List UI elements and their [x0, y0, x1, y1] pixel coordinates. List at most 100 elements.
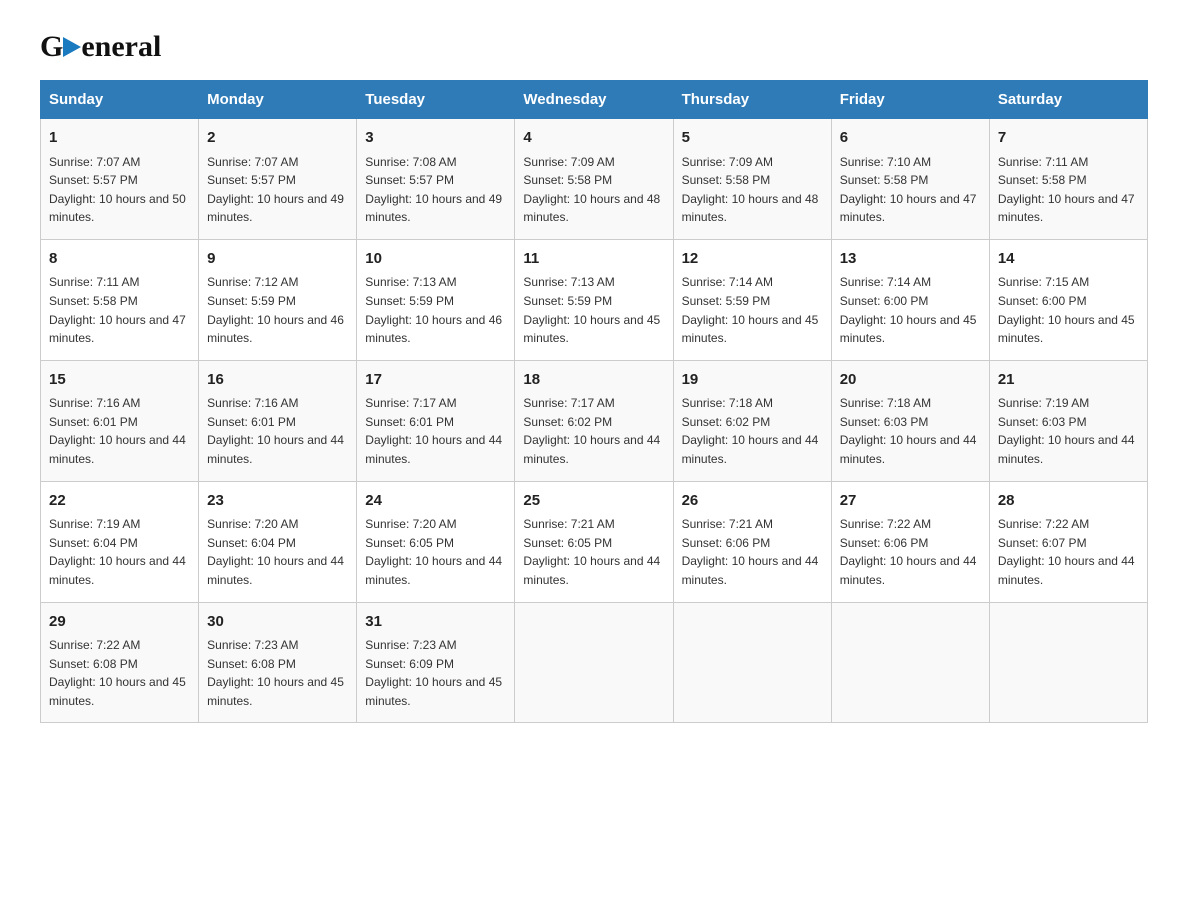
day-number: 16 [207, 369, 348, 392]
day-info: Sunrise: 7:23 AMSunset: 6:08 PMDaylight:… [207, 636, 348, 710]
day-number: 1 [49, 127, 190, 150]
day-info: Sunrise: 7:22 AMSunset: 6:08 PMDaylight:… [49, 636, 190, 710]
day-info: Sunrise: 7:10 AMSunset: 5:58 PMDaylight:… [840, 153, 981, 227]
day-info: Sunrise: 7:22 AMSunset: 6:07 PMDaylight:… [998, 515, 1139, 589]
day-number: 30 [207, 611, 348, 634]
day-info: Sunrise: 7:13 AMSunset: 5:59 PMDaylight:… [523, 273, 664, 347]
logo-general-text: G [40, 30, 63, 64]
calendar-cell: 9Sunrise: 7:12 AMSunset: 5:59 PMDaylight… [199, 239, 357, 360]
logo-eneral-text: eneral [81, 30, 161, 64]
calendar-week-row: 8Sunrise: 7:11 AMSunset: 5:58 PMDaylight… [41, 239, 1148, 360]
weekday-header-wednesday: Wednesday [515, 81, 673, 119]
calendar-week-row: 22Sunrise: 7:19 AMSunset: 6:04 PMDayligh… [41, 481, 1148, 602]
day-number: 2 [207, 127, 348, 150]
day-number: 26 [682, 490, 823, 513]
calendar-header: SundayMondayTuesdayWednesdayThursdayFrid… [41, 81, 1148, 119]
day-number: 28 [998, 490, 1139, 513]
day-info: Sunrise: 7:20 AMSunset: 6:05 PMDaylight:… [365, 515, 506, 589]
day-number: 8 [49, 248, 190, 271]
day-info: Sunrise: 7:18 AMSunset: 6:03 PMDaylight:… [840, 394, 981, 468]
calendar-cell: 28Sunrise: 7:22 AMSunset: 6:07 PMDayligh… [989, 481, 1147, 602]
day-number: 13 [840, 248, 981, 271]
calendar-week-row: 1 Sunrise: 7:07 AMSunset: 5:57 PMDaylight… [41, 119, 1148, 240]
day-number: 19 [682, 369, 823, 392]
calendar-cell: 13Sunrise: 7:14 AMSunset: 6:00 PMDayligh… [831, 239, 989, 360]
day-number: 21 [998, 369, 1139, 392]
calendar-cell [989, 602, 1147, 723]
calendar-cell: 22Sunrise: 7:19 AMSunset: 6:04 PMDayligh… [41, 481, 199, 602]
calendar-cell: 5 Sunrise: 7:09 AMSunset: 5:58 PMDaylight… [673, 119, 831, 240]
day-info: Sunrise: 7:08 AMSunset: 5:57 PMDaylight:… [365, 153, 506, 227]
day-number: 12 [682, 248, 823, 271]
calendar-cell: 4 Sunrise: 7:09 AMSunset: 5:58 PMDaylight… [515, 119, 673, 240]
day-number: 18 [523, 369, 664, 392]
day-info: Sunrise: 7:11 AMSunset: 5:58 PMDaylight:… [49, 273, 190, 347]
day-info: Sunrise: 7:07 AMSunset: 5:57 PMDaylight:… [207, 153, 348, 227]
day-number: 14 [998, 248, 1139, 271]
day-number: 6 [840, 127, 981, 150]
calendar-cell: 20Sunrise: 7:18 AMSunset: 6:03 PMDayligh… [831, 360, 989, 481]
calendar-cell: 1 Sunrise: 7:07 AMSunset: 5:57 PMDaylight… [41, 119, 199, 240]
day-info: Sunrise: 7:22 AMSunset: 6:06 PMDaylight:… [840, 515, 981, 589]
day-number: 23 [207, 490, 348, 513]
calendar-cell: 10Sunrise: 7:13 AMSunset: 5:59 PMDayligh… [357, 239, 515, 360]
calendar-cell: 21Sunrise: 7:19 AMSunset: 6:03 PMDayligh… [989, 360, 1147, 481]
day-info: Sunrise: 7:17 AMSunset: 6:01 PMDaylight:… [365, 394, 506, 468]
calendar-cell: 18Sunrise: 7:17 AMSunset: 6:02 PMDayligh… [515, 360, 673, 481]
day-info: Sunrise: 7:11 AMSunset: 5:58 PMDaylight:… [998, 153, 1139, 227]
calendar-week-row: 15 Sunrise: 7:16 AMSunset: 6:01 PMDayligh… [41, 360, 1148, 481]
day-info: Sunrise: 7:21 AMSunset: 6:06 PMDaylight:… [682, 515, 823, 589]
calendar-cell: 12Sunrise: 7:14 AMSunset: 5:59 PMDayligh… [673, 239, 831, 360]
calendar-cell [515, 602, 673, 723]
day-info: Sunrise: 7:15 AMSunset: 6:00 PMDaylight:… [998, 273, 1139, 347]
calendar-week-row: 29Sunrise: 7:22 AMSunset: 6:08 PMDayligh… [41, 602, 1148, 723]
weekday-header-sunday: Sunday [41, 81, 199, 119]
day-info: Sunrise: 7:21 AMSunset: 6:05 PMDaylight:… [523, 515, 664, 589]
day-number: 5 [682, 127, 823, 150]
day-info: Sunrise: 7:14 AMSunset: 5:59 PMDaylight:… [682, 273, 823, 347]
day-number: 17 [365, 369, 506, 392]
day-info: Sunrise: 7:23 AMSunset: 6:09 PMDaylight:… [365, 636, 506, 710]
day-info: Sunrise: 7:17 AMSunset: 6:02 PMDaylight:… [523, 394, 664, 468]
day-number: 24 [365, 490, 506, 513]
day-number: 22 [49, 490, 190, 513]
calendar-cell: 29Sunrise: 7:22 AMSunset: 6:08 PMDayligh… [41, 602, 199, 723]
calendar-cell: 25Sunrise: 7:21 AMSunset: 6:05 PMDayligh… [515, 481, 673, 602]
page-header: G eneral [40, 30, 1148, 60]
day-number: 10 [365, 248, 506, 271]
day-info: Sunrise: 7:16 AMSunset: 6:01 PMDaylight:… [207, 394, 348, 468]
calendar-cell: 2 Sunrise: 7:07 AMSunset: 5:57 PMDaylight… [199, 119, 357, 240]
day-number: 20 [840, 369, 981, 392]
weekday-header-monday: Monday [199, 81, 357, 119]
day-info: Sunrise: 7:14 AMSunset: 6:00 PMDaylight:… [840, 273, 981, 347]
day-number: 7 [998, 127, 1139, 150]
day-number: 9 [207, 248, 348, 271]
calendar-cell: 27Sunrise: 7:22 AMSunset: 6:06 PMDayligh… [831, 481, 989, 602]
logo-triangle-icon [63, 37, 81, 57]
weekday-header-thursday: Thursday [673, 81, 831, 119]
day-number: 3 [365, 127, 506, 150]
calendar-cell: 30Sunrise: 7:23 AMSunset: 6:08 PMDayligh… [199, 602, 357, 723]
calendar-cell: 31Sunrise: 7:23 AMSunset: 6:09 PMDayligh… [357, 602, 515, 723]
calendar-cell: 23Sunrise: 7:20 AMSunset: 6:04 PMDayligh… [199, 481, 357, 602]
calendar-cell: 19Sunrise: 7:18 AMSunset: 6:02 PMDayligh… [673, 360, 831, 481]
calendar-cell: 15Sunrise: 7:16 AMSunset: 6:01 PMDayligh… [41, 360, 199, 481]
day-info: Sunrise: 7:12 AMSunset: 5:59 PMDaylight:… [207, 273, 348, 347]
day-number: 15 [49, 369, 190, 392]
calendar-cell: 24Sunrise: 7:20 AMSunset: 6:05 PMDayligh… [357, 481, 515, 602]
day-info: Sunrise: 7:18 AMSunset: 6:02 PMDaylight:… [682, 394, 823, 468]
calendar-table: SundayMondayTuesdayWednesdayThursdayFrid… [40, 80, 1148, 723]
day-info: Sunrise: 7:19 AMSunset: 6:03 PMDaylight:… [998, 394, 1139, 468]
day-number: 4 [523, 127, 664, 150]
calendar-body: 1 Sunrise: 7:07 AMSunset: 5:57 PMDaylight… [41, 119, 1148, 723]
calendar-cell: 14Sunrise: 7:15 AMSunset: 6:00 PMDayligh… [989, 239, 1147, 360]
calendar-cell [673, 602, 831, 723]
calendar-cell: 6 Sunrise: 7:10 AMSunset: 5:58 PMDaylight… [831, 119, 989, 240]
day-info: Sunrise: 7:09 AMSunset: 5:58 PMDaylight:… [682, 153, 823, 227]
day-info: Sunrise: 7:20 AMSunset: 6:04 PMDaylight:… [207, 515, 348, 589]
day-info: Sunrise: 7:07 AMSunset: 5:57 PMDaylight:… [49, 153, 190, 227]
logo: G eneral [40, 30, 161, 60]
weekday-header-saturday: Saturday [989, 81, 1147, 119]
day-info: Sunrise: 7:09 AMSunset: 5:58 PMDaylight:… [523, 153, 664, 227]
calendar-cell: 11Sunrise: 7:13 AMSunset: 5:59 PMDayligh… [515, 239, 673, 360]
